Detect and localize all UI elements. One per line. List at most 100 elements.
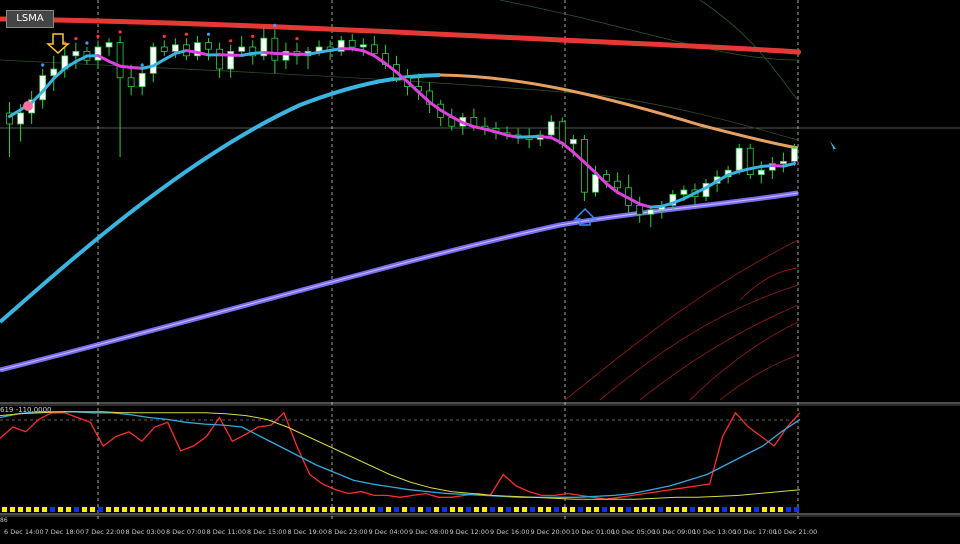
x-tick-label: 9 Dec 12:00 — [450, 528, 490, 536]
signal-square — [674, 507, 679, 512]
signal-square — [434, 507, 439, 512]
signal-dot — [74, 37, 77, 40]
red-ma-end-dot — [795, 49, 801, 55]
signal-square — [18, 507, 23, 512]
signal-square — [794, 507, 799, 512]
signal-square — [330, 507, 335, 512]
signal-square — [146, 507, 151, 512]
trading-chart: 6 Dec 14:007 Dec 18:007 Dec 22:008 Dec 0… — [0, 0, 960, 540]
candle-body — [615, 181, 621, 188]
candle-body — [791, 148, 797, 161]
signal-square — [202, 507, 207, 512]
signal-dot — [251, 35, 254, 38]
candle-body — [161, 47, 167, 51]
fast-ma-segment — [120, 66, 131, 67]
candle-body — [73, 51, 79, 55]
signal-dot — [141, 63, 144, 66]
signal-square — [266, 507, 271, 512]
signal-square — [154, 507, 159, 512]
fast-ma-segment — [319, 50, 330, 52]
x-tick-label: 8 Dec 07:00 — [166, 528, 206, 536]
signal-square — [282, 507, 287, 512]
signal-square — [594, 507, 599, 512]
signal-square — [690, 507, 695, 512]
signal-square — [306, 507, 311, 512]
signal-square — [714, 507, 719, 512]
signal-square — [122, 507, 127, 512]
fast-ma-segment — [352, 49, 363, 51]
bottom-indicator-label: 86 — [0, 517, 8, 524]
fast-ma-segment — [186, 51, 197, 53]
x-tick-label: 6 Dec 14:00 — [4, 528, 44, 536]
signal-square — [170, 507, 175, 512]
signal-square — [778, 507, 783, 512]
candle-body — [206, 43, 212, 50]
signal-square — [602, 507, 607, 512]
envelope-line — [720, 355, 798, 400]
orange-ma-line — [440, 75, 798, 148]
x-tick-label: 10 Dec 09:00 — [652, 528, 696, 536]
x-tick-label: 8 Dec 23:00 — [328, 528, 368, 536]
signal-square — [786, 507, 791, 512]
signal-square — [138, 507, 143, 512]
envelope-line — [600, 285, 798, 400]
fast-ma-segment — [253, 53, 264, 54]
cursor-icon — [830, 141, 836, 153]
signal-square — [186, 507, 191, 512]
fast-ma-segment — [507, 135, 518, 137]
signal-square — [466, 507, 471, 512]
signal-dot — [273, 24, 276, 27]
signal-square — [322, 507, 327, 512]
x-tick-label: 8 Dec 19:00 — [288, 528, 328, 536]
signal-square — [34, 507, 39, 512]
signal-square — [242, 507, 247, 512]
signal-square — [354, 507, 359, 512]
signal-square — [66, 507, 71, 512]
signal-square — [754, 507, 759, 512]
fast-ma-segment — [651, 206, 662, 207]
signal-square — [530, 507, 535, 512]
candle-body — [239, 47, 245, 51]
lsma-badge[interactable]: LSMA — [6, 10, 54, 28]
signal-dot — [96, 35, 99, 38]
signal-square — [26, 507, 31, 512]
signal-square — [394, 507, 399, 512]
signal-square — [522, 507, 527, 512]
signal-square — [386, 507, 391, 512]
signal-square — [722, 507, 727, 512]
signal-square — [626, 507, 631, 512]
candle-body — [117, 43, 123, 78]
x-tick-label: 7 Dec 18:00 — [45, 528, 85, 536]
fast-ma-segment — [540, 137, 551, 138]
candle-body — [592, 175, 598, 193]
signal-square — [458, 507, 463, 512]
x-tick-label: 9 Dec 08:00 — [409, 528, 449, 536]
x-tick-label: 8 Dec 11:00 — [207, 528, 247, 536]
fast-ma-segment — [772, 166, 783, 167]
signal-square — [50, 507, 55, 512]
signal-marker — [23, 101, 33, 111]
blue-ma-line — [0, 75, 440, 322]
fast-ma-segment — [264, 53, 275, 54]
candle-body — [18, 113, 24, 124]
candle-body — [217, 49, 223, 69]
candle-body — [570, 139, 576, 143]
signal-square — [210, 507, 215, 512]
signal-square — [746, 507, 751, 512]
signal-dot — [295, 37, 298, 40]
signal-square — [2, 507, 7, 512]
fast-ma-segment — [131, 67, 142, 68]
signal-square — [58, 507, 63, 512]
signal-square — [482, 507, 487, 512]
signal-square — [410, 507, 415, 512]
candle-body — [106, 43, 112, 47]
signal-square — [218, 507, 223, 512]
signal-square — [570, 507, 575, 512]
signal-dot — [163, 35, 166, 38]
signal-square — [666, 507, 671, 512]
candle-body — [139, 73, 145, 86]
envelope-line — [690, 322, 798, 400]
fast-ma-segment — [242, 53, 253, 55]
signal-square — [514, 507, 519, 512]
x-tick-label: 9 Dec 16:00 — [490, 528, 530, 536]
